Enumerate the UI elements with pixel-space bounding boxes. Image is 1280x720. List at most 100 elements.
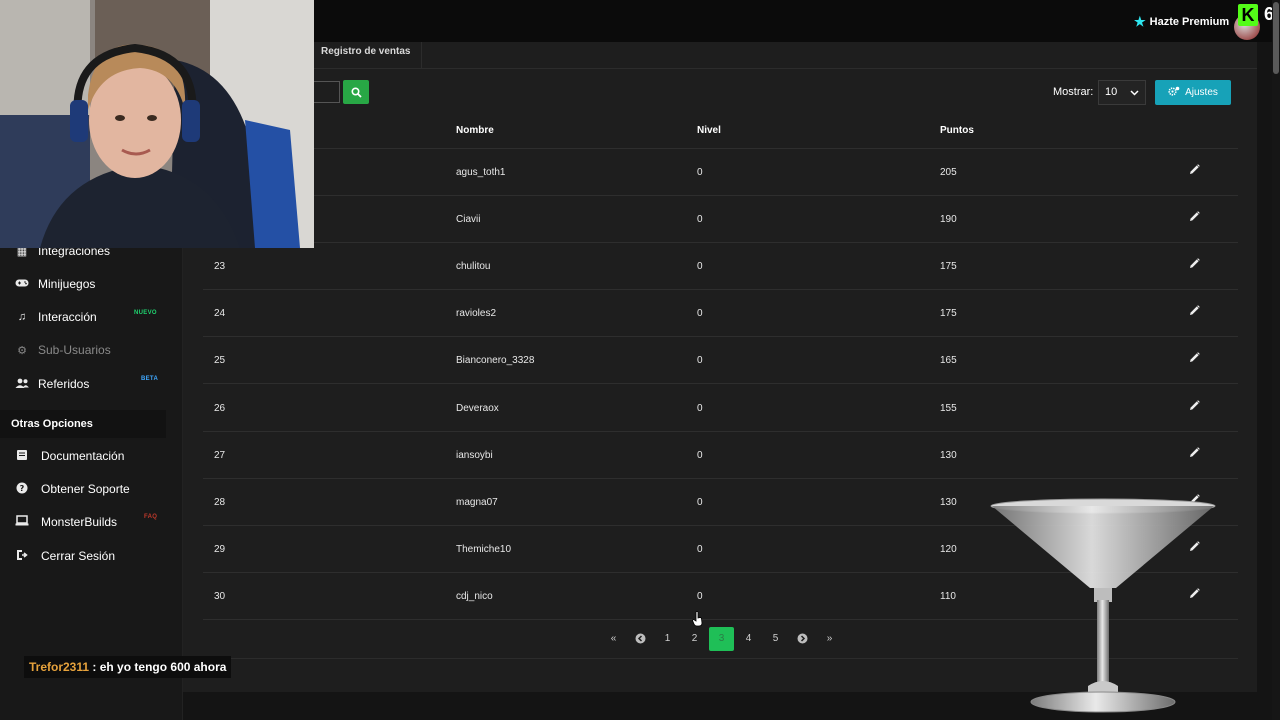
sidebar-item-soporte[interactable]: ? Obtener Soporte <box>0 474 166 504</box>
users-gear-icon: ⚙ <box>17 344 27 357</box>
last-page-button[interactable]: » <box>816 627 843 651</box>
scrollbar-thumb[interactable] <box>1273 2 1279 74</box>
column-header-puntos: Puntos <box>940 125 974 136</box>
sidebar-item-minijuegos[interactable]: Minijuegos <box>0 269 166 299</box>
page-1[interactable]: 1 <box>654 627 681 651</box>
row-position: 27 <box>214 449 226 461</box>
book-icon <box>14 449 30 464</box>
pencil-icon[interactable] <box>1189 446 1200 461</box>
gears-icon <box>1168 86 1180 100</box>
users-icon <box>14 378 30 391</box>
pencil-icon[interactable] <box>1189 164 1200 178</box>
sidebar-item-label: Documentación <box>41 449 125 463</box>
row-name: magna07 <box>456 496 498 508</box>
row-level: 0 <box>697 402 703 414</box>
sidebar-item-referidos[interactable]: Referidos <box>0 369 166 399</box>
pencil-icon[interactable] <box>1189 211 1200 225</box>
premium-link[interactable]: ★ Hazte Premium <box>1134 14 1229 30</box>
table-row: 26 Deveraox 0 155 <box>203 385 1238 432</box>
row-position: 29 <box>214 543 226 555</box>
page-size-value: 10 <box>1105 86 1118 98</box>
next-page-button[interactable] <box>789 627 816 651</box>
pencil-icon[interactable] <box>1189 352 1200 366</box>
chevron-right-circle-icon <box>797 633 808 644</box>
sidebar-item-label: MonsterBuilds <box>41 515 118 529</box>
search-input[interactable] <box>310 81 340 103</box>
row-position: 23 <box>214 261 226 273</box>
music-icon: ♫ <box>17 311 27 323</box>
row-name: Themiche10 <box>456 543 512 555</box>
row-name: agus_toth1 <box>456 167 506 178</box>
row-points: 165 <box>940 355 957 367</box>
row-points: 130 <box>940 496 957 508</box>
row-level: 0 <box>697 167 703 178</box>
kick-logo: K <box>1238 4 1258 26</box>
row-level: 0 <box>697 496 703 508</box>
sidebar-item-interaccion[interactable]: ♫ Interacción <box>0 302 166 332</box>
row-points: 155 <box>940 402 957 414</box>
show-label: Mostrar: <box>1053 86 1094 98</box>
gamepad-icon <box>14 278 30 291</box>
chat-separator: : <box>89 660 100 674</box>
sidebar-item-sub-usuarios: ⚙ Sub-Usuarios <box>0 335 166 365</box>
pencil-icon[interactable] <box>1189 305 1200 319</box>
table-row: 24 ravioles2 0 175 <box>203 290 1238 338</box>
row-points: 190 <box>940 214 957 226</box>
beta-badge: BETA <box>141 376 159 382</box>
first-page-button[interactable]: « <box>600 627 627 651</box>
row-points: 120 <box>940 543 957 555</box>
page-size-select[interactable]: 10 <box>1098 80 1146 105</box>
search-icon <box>350 86 362 98</box>
prev-page-button[interactable] <box>627 627 654 651</box>
sidebar-item-label: Obtener Soporte <box>41 482 130 496</box>
sidebar-item-cerrar-sesion[interactable]: Cerrar Sesión <box>0 541 166 571</box>
tab-bar: Registro de ventas <box>183 42 1257 69</box>
chevron-left-circle-icon <box>635 633 646 644</box>
row-name: chulitou <box>456 261 491 273</box>
premium-label: Hazte Premium <box>1149 16 1230 28</box>
pencil-icon[interactable] <box>1189 258 1200 272</box>
laptop-icon <box>14 515 30 529</box>
row-position: 30 <box>214 590 226 602</box>
new-badge: NUEVO <box>134 310 157 316</box>
row-level: 0 <box>697 449 703 461</box>
question-circle-icon: ? <box>14 482 30 497</box>
page-5[interactable]: 5 <box>762 627 789 651</box>
table-row: 27 iansoybi 0 130 <box>203 432 1238 479</box>
sidebar-item-monsterbuilds[interactable]: MonsterBuilds <box>0 507 166 537</box>
table-row: Ciavii 0 190 <box>203 196 1238 244</box>
settings-button[interactable]: Ajustes <box>1155 80 1231 105</box>
pencil-icon[interactable] <box>1189 399 1200 414</box>
page-4[interactable]: 4 <box>735 627 762 651</box>
row-name: cdj_nico <box>456 590 493 602</box>
sign-out-icon <box>14 549 30 564</box>
row-level: 0 <box>697 308 703 320</box>
search-button[interactable] <box>343 80 369 104</box>
column-header-nivel: Nivel <box>697 125 721 136</box>
chevron-down-icon <box>1130 81 1139 113</box>
sidebar-item-label: Interacción <box>38 310 97 324</box>
table-row: agus_toth1 0 205 <box>203 149 1238 196</box>
column-header-nombre: Nombre <box>456 125 494 136</box>
row-level: 0 <box>697 543 703 555</box>
row-level: 0 <box>697 261 703 273</box>
row-name: iansoybi <box>456 449 493 461</box>
hand-cursor-icon <box>692 611 703 627</box>
row-position: 24 <box>214 308 226 320</box>
page-3-current[interactable]: 3 <box>709 627 734 651</box>
row-points: 130 <box>940 449 957 461</box>
sidebar-item-documentacion[interactable]: Documentación <box>0 441 166 471</box>
pagination: « 1 2 3 4 5 » <box>600 627 843 651</box>
row-level: 0 <box>697 355 703 367</box>
row-level: 0 <box>697 214 703 226</box>
row-points: 205 <box>940 167 957 178</box>
row-name: ravioles2 <box>456 308 497 320</box>
table-header: Nombre Nivel Puntos <box>203 113 1238 149</box>
sidebar-item-label: Minijuegos <box>38 277 96 291</box>
chat-text: eh yo tengo 600 ahora <box>99 660 227 674</box>
tab-registro-ventas[interactable]: Registro de ventas <box>310 42 423 69</box>
row-name: Deveraox <box>456 402 499 414</box>
page-scrollbar[interactable] <box>1272 0 1280 720</box>
page-2[interactable]: 2 <box>681 627 708 651</box>
faq-badge: FAQ <box>144 514 158 520</box>
